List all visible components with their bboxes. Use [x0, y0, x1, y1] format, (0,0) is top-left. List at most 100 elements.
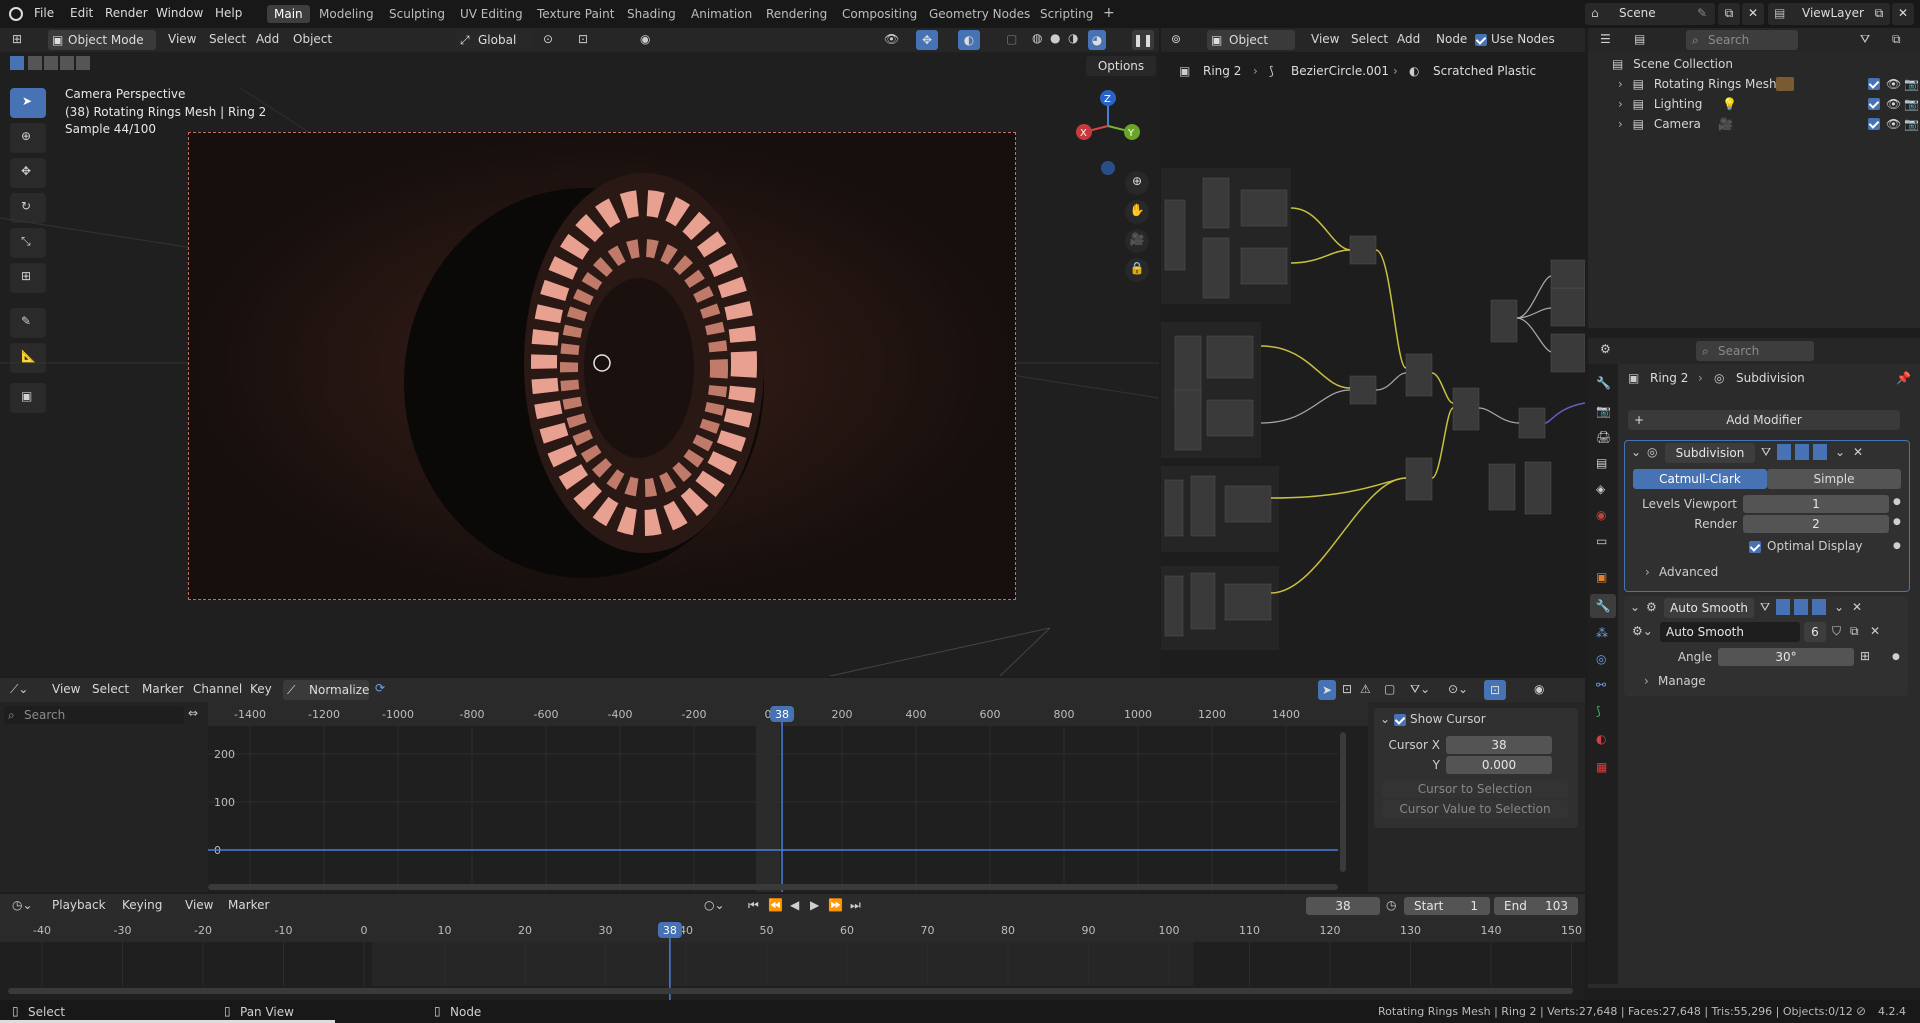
node-group-field[interactable]: Auto Smooth — [1660, 622, 1800, 642]
chevron-down-icon[interactable]: ⌄ — [1834, 600, 1844, 614]
modifier-tab-icon[interactable]: 🔧 — [1590, 594, 1616, 618]
graph-menu-key[interactable]: Key — [250, 682, 272, 696]
swap-icon[interactable]: ⇔ — [188, 706, 198, 720]
outliner-item-camera[interactable]: › ▤ Camera 🎥 👁 📷 — [1618, 114, 1919, 134]
timeline-scrollbar[interactable] — [8, 988, 1573, 994]
filter-icon[interactable]: ⛛⌄ — [1410, 682, 1430, 697]
material-tab-icon[interactable]: ◐ — [1596, 732, 1606, 746]
tab-sculpting[interactable]: Sculpting — [382, 5, 452, 23]
render-display-icon[interactable] — [1812, 599, 1826, 615]
record-icon[interactable]: ○⌄ — [704, 898, 725, 912]
chevron-right-icon[interactable]: › — [1644, 674, 1649, 688]
levels-viewport-field[interactable]: 1 — [1743, 495, 1889, 513]
fake-user-icon[interactable]: ⛉ — [1832, 624, 1841, 639]
channel-search[interactable]: ⌕ Search — [4, 706, 184, 724]
include-checkbox[interactable] — [1868, 118, 1880, 130]
render-display-icon[interactable] — [1813, 444, 1827, 460]
menu-file[interactable]: File — [34, 6, 54, 20]
timeline-area[interactable]: ◷⌄ Playback Keying View Marker ○⌄ ⏮ ⏪ ◀ … — [0, 894, 1585, 1000]
angle-field[interactable]: 30° — [1718, 648, 1854, 666]
optimal-display-checkbox[interactable] — [1749, 541, 1761, 553]
node-menu-select[interactable]: Select — [1351, 32, 1388, 46]
eye-icon[interactable]: 👁 — [1886, 74, 1901, 94]
graph-menu-select[interactable]: Select — [92, 682, 129, 696]
tab-texture-paint[interactable]: Texture Paint — [530, 5, 621, 23]
play-reverse-icon[interactable]: ◀ — [790, 898, 799, 912]
keyframe-dot-icon[interactable]: ● — [1893, 517, 1901, 527]
view-layer-tab-icon[interactable]: ▤ — [1596, 456, 1607, 470]
tab-uv-editing[interactable]: UV Editing — [453, 5, 530, 23]
blender-logo-icon[interactable] — [9, 7, 23, 21]
add-workspace-button[interactable]: + — [1096, 3, 1122, 23]
eye-icon[interactable]: 👁 — [1886, 114, 1901, 134]
menu-render[interactable]: Render — [105, 6, 148, 20]
object-tab-icon[interactable]: ▣ — [1596, 570, 1607, 584]
properties-search[interactable]: ⌕ Search — [1696, 341, 1814, 361]
keyframe-dot-icon[interactable]: ● — [1893, 497, 1901, 507]
attribute-toggle-icon[interactable]: ⊞ — [1860, 649, 1870, 663]
output-tab-icon[interactable]: 🖨 — [1596, 430, 1611, 444]
outliner-item-rotating-rings[interactable]: › ▤ Rotating Rings Mesh 👁 📷 — [1618, 74, 1919, 94]
chevron-down-icon[interactable]: ⌄ — [1380, 712, 1390, 726]
include-checkbox[interactable] — [1868, 78, 1880, 90]
chevron-right-icon[interactable]: › — [1618, 97, 1623, 111]
unlink-icon[interactable]: ✕ — [1870, 624, 1880, 638]
timeline-menu-keying[interactable]: Keying — [122, 898, 162, 912]
edit-mode-icon[interactable]: ⛛ — [1761, 445, 1771, 460]
use-nodes-checkbox[interactable] — [1475, 34, 1487, 46]
cursor-to-selection-button[interactable]: Cursor to Selection — [1382, 780, 1568, 798]
node-menu-add[interactable]: Add — [1397, 32, 1420, 46]
node-group-icon[interactable]: ⚙⌄ — [1632, 624, 1653, 638]
viewport-area[interactable]: ⊞ ▣ Object Mode View Select Add Object ⤢… — [0, 28, 1159, 676]
eye-icon[interactable]: 👁 — [1886, 94, 1901, 114]
outliner-scene-collection[interactable]: ▤ Scene Collection — [1612, 54, 1733, 74]
vertical-scrollbar[interactable] — [1340, 732, 1346, 872]
timeline-type-icon[interactable]: ◷⌄ — [12, 898, 33, 912]
node-type-selector[interactable]: ▣ Object — [1207, 30, 1295, 50]
hidden-toggle-icon[interactable]: ⊡ — [1342, 682, 1352, 696]
chevron-down-icon[interactable]: ⌄ — [1630, 600, 1640, 614]
duplicate-icon[interactable]: ⧉ — [1850, 624, 1859, 639]
subdivision-name-field[interactable]: Subdivision — [1665, 443, 1755, 463]
tab-animation[interactable]: Animation — [684, 5, 759, 23]
node-graph[interactable] — [1161, 168, 1585, 658]
tab-geometry-nodes[interactable]: Geometry Nodes — [922, 5, 1037, 23]
node-menu-view[interactable]: View — [1311, 32, 1339, 46]
catmull-clark-button[interactable]: Catmull-Clark — [1633, 469, 1767, 489]
new-collection-icon[interactable]: ⧉ — [1892, 32, 1901, 47]
jump-keyframe-back-icon[interactable]: ⏪ — [768, 898, 783, 912]
errors-toggle-icon[interactable]: ⚠ — [1360, 682, 1371, 696]
tool-tab-icon[interactable]: 🔧 — [1596, 376, 1611, 390]
ghost-curve-icon[interactable]: ▢ — [1384, 682, 1395, 696]
outliner-type-icon[interactable]: ☰ — [1600, 32, 1611, 46]
viewport-display-icon[interactable] — [1794, 599, 1808, 615]
menu-window[interactable]: Window — [156, 6, 203, 20]
on-cage-icon[interactable] — [1776, 599, 1790, 615]
camera-render-icon[interactable]: 📷 — [1904, 114, 1919, 134]
chevron-right-icon[interactable]: › — [1645, 565, 1650, 579]
close-icon[interactable]: ✕ — [1852, 600, 1862, 614]
render-tab-icon[interactable]: 📷 — [1596, 404, 1611, 418]
camera-render-icon[interactable]: 📷 — [1904, 94, 1919, 114]
on-cage-icon[interactable] — [1777, 444, 1791, 460]
texture-tab-icon[interactable]: ▦ — [1596, 760, 1607, 774]
graph-menu-marker[interactable]: Marker — [142, 682, 183, 696]
physics-tab-icon[interactable]: ◎ — [1596, 652, 1606, 666]
start-frame-field[interactable]: Start 1 — [1404, 897, 1490, 915]
edit-mode-icon[interactable]: ⛛ — [1760, 600, 1770, 615]
node-editor-type-icon[interactable]: ⊚ — [1171, 32, 1181, 46]
close-icon[interactable]: ✕ — [1853, 445, 1863, 459]
scene-tab-icon[interactable]: ◈ — [1596, 482, 1605, 496]
only-selected-toggle[interactable]: ➤ — [1318, 680, 1336, 700]
chevron-right-icon[interactable]: › — [1618, 77, 1623, 91]
advanced-label[interactable]: Advanced — [1659, 565, 1718, 579]
proportional-icon[interactable]: ◉ — [1534, 682, 1544, 696]
graph-canvas[interactable]: -1400 -1200 -1000 -800 -600 -400 -200 0 200 400 60… — [208, 702, 1368, 892]
collection-tab-icon[interactable]: ▭ — [1596, 534, 1607, 548]
tab-modeling[interactable]: Modeling — [312, 5, 381, 23]
add-modifier-button[interactable]: + Add Modifier — [1628, 410, 1900, 430]
world-tab-icon[interactable]: ◉ — [1596, 508, 1606, 522]
normalize-toggle[interactable]: ⟋ Normalize — [283, 680, 369, 700]
timeline-menu-view[interactable]: View — [185, 898, 213, 912]
menu-help[interactable]: Help — [215, 6, 242, 20]
